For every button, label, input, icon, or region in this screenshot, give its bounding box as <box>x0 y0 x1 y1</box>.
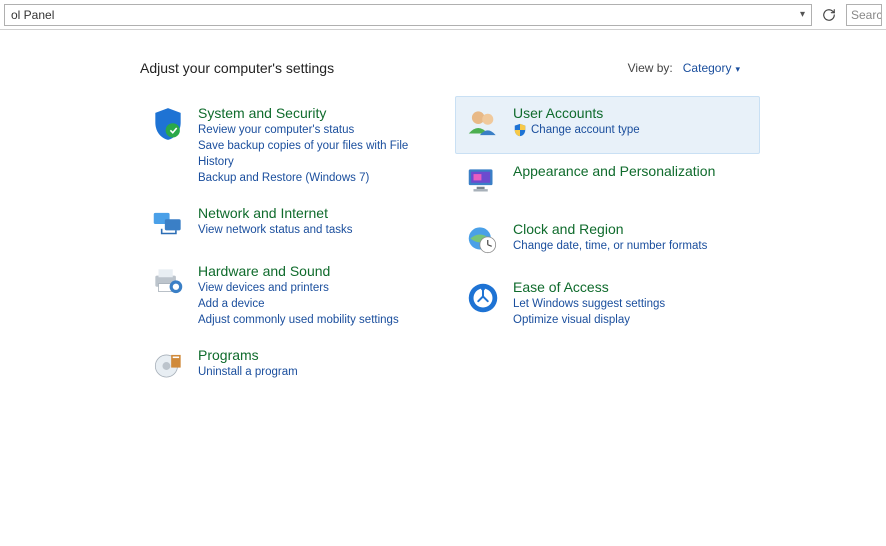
category-hardware[interactable]: Hardware and Sound View devices and prin… <box>140 254 445 338</box>
category-title[interactable]: Programs <box>198 346 298 364</box>
category-title[interactable]: User Accounts <box>513 104 640 122</box>
category-title[interactable]: System and Security <box>198 104 437 122</box>
category-link[interactable]: Change date, time, or number formats <box>513 238 707 254</box>
category-link[interactable]: Backup and Restore (Windows 7) <box>198 170 437 186</box>
category-link[interactable]: Let Windows suggest settings <box>513 296 665 312</box>
programs-icon <box>148 346 188 386</box>
category-link[interactable]: Add a device <box>198 296 399 312</box>
users-icon <box>463 104 503 144</box>
category-link[interactable]: Review your computer's status <box>198 122 437 138</box>
category-link[interactable]: Optimize visual display <box>513 312 665 328</box>
category-ease-of-access[interactable]: Ease of Access Let Windows suggest setti… <box>455 270 760 338</box>
category-link[interactable]: View devices and printers <box>198 280 399 296</box>
path-text: ol Panel <box>11 8 54 22</box>
category-title[interactable]: Appearance and Personalization <box>513 162 715 180</box>
category-title[interactable]: Clock and Region <box>513 220 707 238</box>
category-network[interactable]: Network and Internet View network status… <box>140 196 445 254</box>
category-user-accounts[interactable]: User Accounts Change account type <box>455 96 760 154</box>
ease-of-access-icon <box>463 278 503 318</box>
chevron-down-icon: ▾ <box>735 64 740 74</box>
search-input[interactable]: Searc <box>846 4 882 26</box>
right-column: User Accounts Change account type <box>455 96 760 396</box>
clock-globe-icon <box>463 220 503 260</box>
shield-icon <box>148 104 188 144</box>
network-icon <box>148 204 188 244</box>
printer-icon <box>148 262 188 302</box>
category-clock-region[interactable]: Clock and Region Change date, time, or n… <box>455 212 760 270</box>
chevron-down-icon[interactable]: ▾ <box>800 9 805 20</box>
refresh-icon[interactable] <box>818 4 840 26</box>
category-link-shield[interactable]: Change account type <box>513 122 640 138</box>
category-system-security[interactable]: System and Security Review your computer… <box>140 96 445 196</box>
view-by-label: View by: <box>628 61 673 75</box>
page-title: Adjust your computer's settings <box>140 60 334 76</box>
address-bar: ol Panel ▾ Searc <box>0 0 886 30</box>
content-area: Adjust your computer's settings View by:… <box>0 30 886 396</box>
monitor-icon <box>463 162 503 202</box>
category-title[interactable]: Hardware and Sound <box>198 262 399 280</box>
category-title[interactable]: Ease of Access <box>513 278 665 296</box>
header-row: Adjust your computer's settings View by:… <box>140 60 740 76</box>
view-by-dropdown[interactable]: Category▾ <box>683 61 740 75</box>
category-link[interactable]: Adjust commonly used mobility settings <box>198 312 399 328</box>
category-programs[interactable]: Programs Uninstall a program <box>140 338 445 396</box>
category-title[interactable]: Network and Internet <box>198 204 352 222</box>
search-placeholder: Searc <box>851 8 882 22</box>
view-by: View by: Category▾ <box>628 61 740 75</box>
category-link[interactable]: Save backup copies of your files with Fi… <box>198 138 437 170</box>
left-column: System and Security Review your computer… <box>140 96 445 396</box>
category-appearance[interactable]: Appearance and Personalization <box>455 154 760 212</box>
categories: System and Security Review your computer… <box>140 96 760 396</box>
uac-shield-icon <box>513 123 527 137</box>
category-link[interactable]: View network status and tasks <box>198 222 352 238</box>
path-field[interactable]: ol Panel ▾ <box>4 4 812 26</box>
category-link[interactable]: Uninstall a program <box>198 364 298 380</box>
